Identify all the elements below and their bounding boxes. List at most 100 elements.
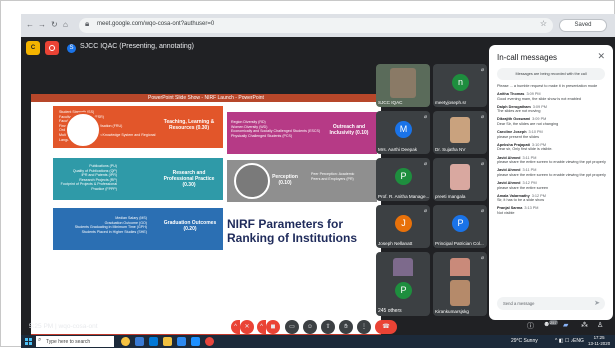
captions-button[interactable]: ▭	[285, 320, 299, 334]
mic-off-button[interactable]: ✕	[240, 320, 254, 334]
others-tile[interactable]: P 245 others	[376, 276, 430, 316]
desktop-screen: ← → ↻ ⌂ 🔒︎ meet.google.com/wqo-cosa-ont?…	[21, 14, 615, 348]
bullet: Footprint of Projects & Professional Pra…	[60, 182, 117, 191]
chat-sender-name: Javid Ahmed	[497, 168, 521, 173]
participant-tile[interactable]: J ⌀ Joseph Nellanatt	[376, 205, 430, 248]
edge-icon[interactable]	[149, 337, 158, 346]
mic-off-icon: ⌀	[480, 114, 484, 120]
participant-tile[interactable]: n ⌀ meetyjoseph.sr	[433, 64, 487, 107]
leave-call-button[interactable]: ☎︎	[375, 320, 397, 334]
presentation-stream[interactable]: PowerPoint Slide Show - NIRF Launch - Po…	[31, 94, 381, 342]
saved-label: Saved	[574, 22, 592, 28]
participant-name: Principal Patrician Col...	[435, 241, 484, 246]
mic-off-icon: ⌀	[423, 114, 427, 120]
send-icon[interactable]: ➤	[594, 299, 600, 307]
present-button[interactable]: ⇧	[321, 320, 335, 334]
participant-tile[interactable]: ⌀ Dr. Sujatha NV	[433, 111, 487, 154]
chat-timestamp: 3:12 PM	[522, 180, 537, 185]
bullet: Students Placed in Higher Studies (SHE)	[81, 229, 147, 234]
participant-name: Dr. Sujatha NV	[435, 147, 466, 152]
reload-icon[interactable]: ↻	[51, 19, 58, 31]
screenshot-frame: ← → ↻ ⌂ 🔒︎ meet.google.com/wqo-cosa-ont?…	[0, 0, 615, 348]
chat-input[interactable]: Send a message ➤	[497, 297, 605, 310]
task-view-icon[interactable]	[135, 337, 144, 346]
mic-off-icon: ⌀	[423, 161, 427, 167]
file-explorer-icon[interactable]	[163, 337, 172, 346]
teaching-icon	[65, 112, 101, 148]
chat-sender-name: Pranjal Sarma	[497, 206, 523, 211]
chat-input-placeholder: Send a message	[503, 301, 535, 306]
chat-message: Javid Ahmed 3:12 PM please share the entir…	[497, 181, 607, 190]
windows-taskbar: ⌕ Type here to search 29°C Sunny ^ ◧ ☐ ♪…	[21, 335, 615, 348]
bullet: Peers and Employers (PR)	[311, 176, 354, 181]
participant-name: meetyjoseph.sr	[435, 100, 467, 105]
section-title: Teaching, Learning & Resources (0.30)	[163, 119, 215, 131]
chat-timestamp: 3:13 PM	[524, 206, 539, 211]
avatar: P	[452, 215, 469, 232]
info-icon[interactable]: ⓘ	[527, 321, 534, 331]
section-outreach: Region Diversity (RD) Women Diversity (W…	[227, 112, 377, 154]
participant-tile[interactable]: P ⌀ Principal Patrician Col...	[433, 205, 487, 248]
search-icon: ⌕	[38, 337, 42, 343]
clock[interactable]: 17:25 13-11-2020	[588, 335, 610, 347]
chat-message-text: please present the slides	[497, 134, 540, 139]
participant-tile[interactable]: M ⌀ Mrs. Aarthi Deepak	[376, 111, 430, 154]
mic-off-icon: ⌀	[480, 67, 484, 73]
emoji-button[interactable]: ☺	[303, 320, 317, 334]
chat-message: Pranjal Sarma 3:13 PM Not visible	[497, 206, 607, 215]
participant-tile[interactable]: P ⌀ Prof. R. Anitha Manage...	[376, 158, 430, 201]
avatar: P	[395, 168, 412, 185]
cortana-icon[interactable]	[121, 337, 130, 346]
section-title: Outreach and Inclusivity (0.10)	[329, 124, 369, 136]
chrome-icon[interactable]	[205, 337, 214, 346]
taskbar-search[interactable]: ⌕ Type here to search	[36, 336, 114, 347]
chat-message-text: please share the entire screen to enable…	[497, 160, 606, 165]
clock-time: 17:25	[593, 335, 605, 340]
participant-count-badge: 257	[549, 320, 558, 325]
chat-timestamp: 3:12 PM	[531, 193, 546, 198]
participant-tile[interactable]: ⌀ preeti mangala	[433, 158, 487, 201]
participant-photo	[450, 280, 470, 306]
slide-heading: NIRF Parameters for Ranking of Instituti…	[227, 217, 357, 245]
home-icon[interactable]: ⌂	[63, 19, 68, 31]
language-indicator[interactable]: ENG	[573, 338, 584, 344]
chat-sender-name: Apeksha Prajapati	[497, 142, 530, 147]
forward-icon[interactable]: →	[38, 19, 46, 31]
camera-options-icon[interactable]: ^	[257, 320, 266, 334]
participant-tile[interactable]: Kirankumarsjskg	[433, 276, 487, 316]
section-bullets: Region Diversity (RD) Women Diversity (W…	[231, 120, 321, 138]
presenter-avatar: S	[67, 44, 76, 53]
saved-button[interactable]: Saved	[559, 19, 607, 32]
chat-timestamp: 3:11 PM	[522, 155, 537, 160]
mic-options-icon[interactable]: ^	[231, 320, 240, 334]
chat-message: Anitha Thomas 3:09 PM Good evening mam, th…	[497, 92, 607, 101]
recording-icon	[45, 41, 59, 55]
chat-sender-name: Javid Ahmed	[497, 155, 521, 160]
more-options-button[interactable]: ⋮	[357, 320, 371, 334]
camera-off-button[interactable]: ◼	[266, 320, 280, 334]
weather-text: 29°C Sunny	[511, 338, 538, 344]
mail-icon[interactable]	[191, 337, 200, 346]
participant-name: Mrs. Aarthi Deepak	[378, 147, 418, 152]
bullet: Physically Challenged Students (PCS)	[231, 133, 293, 138]
browser-toolbar: ← → ↻ ⌂ 🔒︎ meet.google.com/wqo-cosa-ont?…	[21, 14, 615, 37]
close-icon[interactable]: ✕	[597, 51, 605, 62]
activities-icon[interactable]: ⁂	[581, 321, 588, 329]
store-icon[interactable]	[177, 337, 186, 346]
tray-icons[interactable]: ^ ◧ ☐ ♪	[555, 338, 573, 344]
address-bar[interactable]: 🔒︎ meet.google.com/wqo-cosa-ont?authuser…	[79, 18, 553, 33]
raise-hand-button[interactable]: ✋︎	[339, 320, 353, 334]
bookmark-star-icon[interactable]: ☆	[540, 19, 547, 28]
back-icon[interactable]: ←	[26, 19, 34, 31]
taskbar-search-placeholder: Type here to search	[46, 339, 91, 345]
chat-sender-name: Anitha Thomas	[497, 92, 525, 97]
ppt-window-title: PowerPoint Slide Show - NIRF Launch - Po…	[31, 94, 381, 102]
chat-timestamp: 3:11 PM	[522, 168, 537, 173]
participant-tile[interactable]: SJCC IQAC	[376, 64, 430, 107]
chat-icon[interactable]: ▰	[563, 321, 568, 329]
section-research: Publications (PU) Quality of Publication…	[53, 158, 223, 200]
participant-name: Joseph Nellanatt	[378, 241, 413, 246]
windows-start-icon[interactable]	[25, 338, 32, 345]
avatar: P	[395, 282, 412, 299]
lock-controls-icon[interactable]: ♙	[597, 321, 603, 329]
